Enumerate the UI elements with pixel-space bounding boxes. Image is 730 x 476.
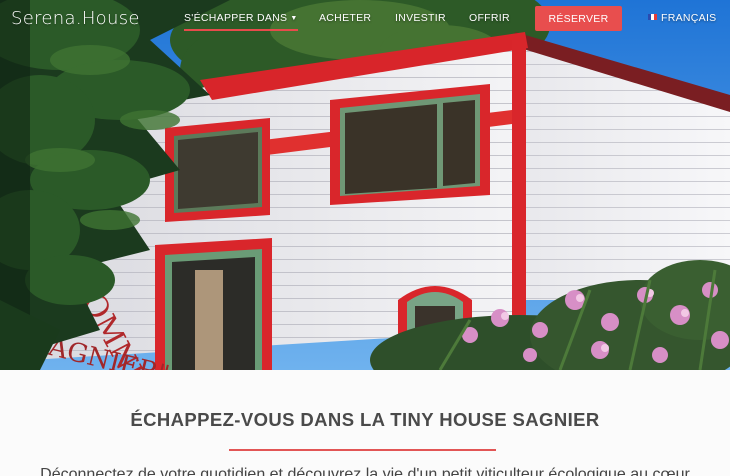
site-header: Serena.House S'ÉCHAPPER DANS ▼ ACHETER IN…: [0, 0, 730, 38]
nav-invest[interactable]: INVESTIR: [395, 12, 446, 24]
nav-escape-label: S'ÉCHAPPER DANS: [184, 12, 288, 24]
language-label: FRANÇAIS: [661, 12, 717, 24]
language-selector[interactable]: FRANÇAIS: [648, 12, 717, 24]
nav-escape[interactable]: S'ÉCHAPPER DANS ▼: [184, 12, 298, 31]
intro-section: ÉCHAPPEZ-VOUS DANS LA TINY HOUSE SAGNIER…: [0, 370, 730, 476]
site-logo[interactable]: Serena.House: [11, 8, 140, 29]
intro-text: Déconnectez de votre quotidien et découv…: [40, 466, 690, 476]
page-title: ÉCHAPPEZ-VOUS DANS LA TINY HOUSE SAGNIER: [130, 409, 600, 430]
chevron-down-icon: ▼: [290, 15, 298, 22]
nav-offer[interactable]: OFFRIR: [469, 12, 510, 24]
nav-buy[interactable]: ACHETER: [319, 12, 371, 24]
hero-image: OMNIS SAGNIER": [0, 0, 730, 370]
tiny-house-photo: OMNIS SAGNIER": [0, 0, 730, 370]
french-flag-icon: [648, 14, 657, 20]
title-divider: [229, 449, 496, 451]
reserve-button[interactable]: RÉSERVER: [535, 6, 622, 31]
